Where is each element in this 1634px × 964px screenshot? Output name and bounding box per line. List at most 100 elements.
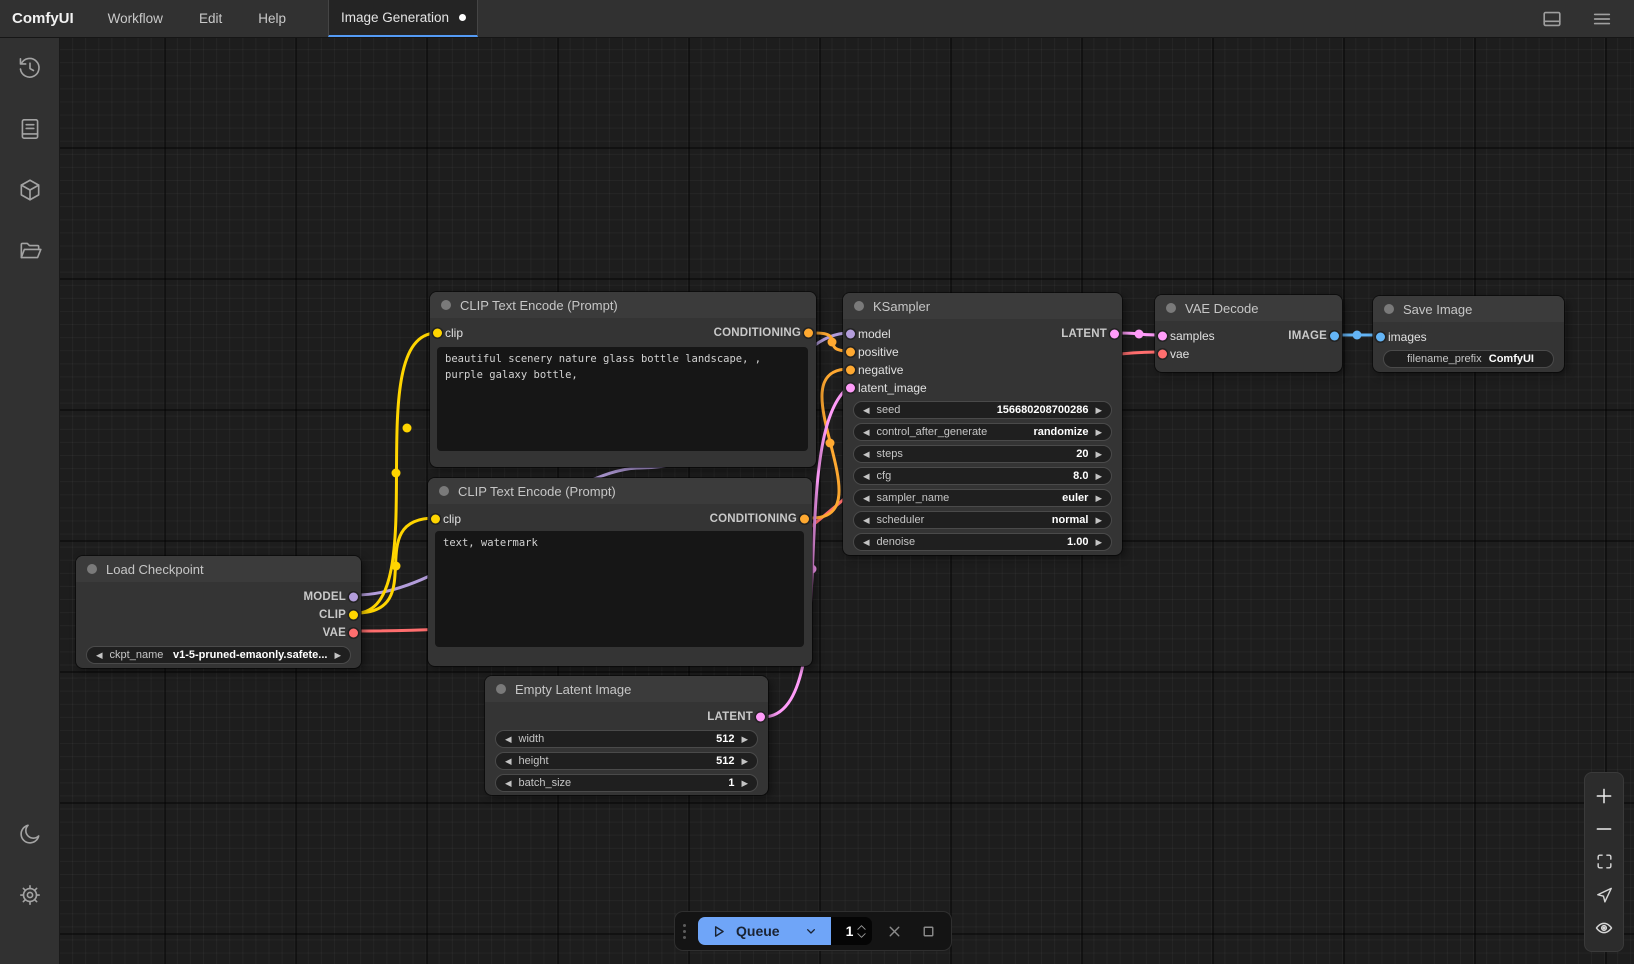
increment-arrow-icon[interactable]: ▶ — [1095, 406, 1102, 415]
widget-filename-prefix[interactable]: filename_prefix ComfyUI — [1383, 350, 1554, 368]
widget-sampler-name[interactable]: ◀ sampler_name euler ▶ — [853, 489, 1112, 507]
select-mode-icon[interactable] — [1590, 882, 1618, 908]
settings-icon[interactable] — [8, 873, 52, 917]
node-empty-latent-image[interactable]: Empty Latent Image LATENT ◀ width 512 ▶ … — [485, 676, 768, 795]
increment-arrow-icon[interactable]: ▶ — [1095, 494, 1102, 503]
widget-steps[interactable]: ◀ steps 20 ▶ — [853, 445, 1112, 463]
zoom-in-icon[interactable] — [1590, 783, 1618, 809]
widget-control-after-generate[interactable]: ◀ control_after_generate randomize ▶ — [853, 423, 1112, 441]
node-header[interactable]: KSampler — [843, 293, 1122, 319]
node-save-image[interactable]: Save Image images filename_prefix ComfyU… — [1373, 296, 1564, 372]
node-graph-canvas[interactable]: Load Checkpoint MODEL CLIP VAE ◀ ckpt_na… — [60, 38, 1634, 964]
conditioning-output-port[interactable] — [804, 329, 813, 338]
increment-arrow-icon[interactable]: ▶ — [741, 779, 748, 788]
zoom-out-icon[interactable] — [1590, 816, 1618, 842]
batch-count-stepper[interactable]: 1 — [831, 917, 873, 945]
clear-queue-icon[interactable] — [882, 918, 906, 944]
increment-arrow-icon[interactable]: ▶ — [1095, 472, 1102, 481]
node-ksampler[interactable]: KSampler model LATENT positive negative … — [843, 293, 1122, 555]
queue-history-icon[interactable] — [8, 46, 52, 90]
positive-prompt-textarea[interactable]: beautiful scenery nature glass bottle la… — [437, 347, 808, 451]
node-library-icon[interactable] — [8, 107, 52, 151]
widget-ckpt-name[interactable]: ◀ ckpt_name v1-5-pruned-emaonly.safete..… — [86, 646, 351, 664]
clip-input-port[interactable] — [433, 329, 442, 338]
model-input-port[interactable] — [846, 330, 855, 339]
decrement-arrow-icon[interactable]: ◀ — [505, 735, 512, 744]
collapse-dot-icon[interactable] — [496, 684, 506, 694]
step-down-icon[interactable] — [856, 932, 867, 939]
node-vae-decode[interactable]: VAE Decode samples IMAGE vae — [1155, 295, 1342, 372]
increment-arrow-icon[interactable]: ▶ — [1095, 428, 1102, 437]
node-clip-text-encode-negative[interactable]: CLIP Text Encode (Prompt) clip CONDITION… — [428, 478, 812, 666]
queue-button[interactable]: Queue — [698, 917, 831, 945]
collapse-dot-icon[interactable] — [439, 486, 449, 496]
samples-input-port[interactable] — [1158, 332, 1167, 341]
hamburger-menu-icon[interactable] — [1588, 5, 1616, 33]
increment-arrow-icon[interactable]: ▶ — [1095, 516, 1102, 525]
clip-output-port[interactable] — [349, 611, 358, 620]
node-header[interactable]: Empty Latent Image — [485, 676, 768, 702]
widget-scheduler[interactable]: ◀ scheduler normal ▶ — [853, 511, 1112, 529]
collapse-dot-icon[interactable] — [87, 564, 97, 574]
increment-arrow-icon[interactable]: ▶ — [741, 735, 748, 744]
increment-arrow-icon[interactable]: ▶ — [741, 757, 748, 766]
decrement-arrow-icon[interactable]: ◀ — [863, 494, 870, 503]
increment-arrow-icon[interactable]: ▶ — [1095, 450, 1102, 459]
node-header[interactable]: Load Checkpoint — [76, 556, 361, 582]
latent-output-port[interactable] — [1110, 330, 1119, 339]
decrement-arrow-icon[interactable]: ◀ — [863, 450, 870, 459]
widget-height[interactable]: ◀ height 512 ▶ — [495, 752, 758, 770]
node-header[interactable]: Save Image — [1373, 296, 1564, 322]
chevron-down-icon[interactable] — [803, 923, 819, 939]
widget-batch-size[interactable]: ◀ batch_size 1 ▶ — [495, 774, 758, 792]
collapse-dot-icon[interactable] — [1384, 304, 1394, 314]
toggle-visibility-icon[interactable] — [1590, 915, 1618, 941]
decrement-arrow-icon[interactable]: ◀ — [863, 406, 870, 415]
widget-denoise[interactable]: ◀ denoise 1.00 ▶ — [853, 533, 1112, 551]
fit-view-icon[interactable] — [1590, 849, 1618, 875]
menu-workflow[interactable]: Workflow — [90, 0, 181, 37]
model-library-icon[interactable] — [8, 168, 52, 212]
negative-input-port[interactable] — [846, 366, 855, 375]
vae-input-port[interactable] — [1158, 350, 1167, 359]
widget-seed[interactable]: ◀ seed 156680208700286 ▶ — [853, 401, 1112, 419]
drag-handle-icon[interactable] — [681, 924, 688, 939]
increment-arrow-icon[interactable]: ▶ — [1095, 538, 1102, 547]
decrement-arrow-icon[interactable]: ◀ — [96, 651, 103, 660]
vae-output-port[interactable] — [349, 629, 358, 638]
widget-width[interactable]: ◀ width 512 ▶ — [495, 730, 758, 748]
decrement-arrow-icon[interactable]: ◀ — [863, 428, 870, 437]
latent-image-input-port[interactable] — [846, 384, 855, 393]
node-header[interactable]: CLIP Text Encode (Prompt) — [430, 292, 816, 318]
widget-cfg[interactable]: ◀ cfg 8.0 ▶ — [853, 467, 1112, 485]
workflows-icon[interactable] — [8, 229, 52, 273]
positive-input-port[interactable] — [846, 348, 855, 357]
node-clip-text-encode-positive[interactable]: CLIP Text Encode (Prompt) clip CONDITION… — [430, 292, 816, 467]
images-input-port[interactable] — [1376, 333, 1385, 342]
step-up-icon[interactable] — [856, 924, 867, 931]
node-header[interactable]: CLIP Text Encode (Prompt) — [428, 478, 812, 504]
node-header[interactable]: VAE Decode — [1155, 295, 1342, 321]
decrement-arrow-icon[interactable]: ◀ — [505, 757, 512, 766]
conditioning-output-port[interactable] — [800, 515, 809, 524]
theme-toggle-icon[interactable] — [8, 812, 52, 856]
image-output-port[interactable] — [1330, 332, 1339, 341]
decrement-arrow-icon[interactable]: ◀ — [863, 516, 870, 525]
decrement-arrow-icon[interactable]: ◀ — [505, 779, 512, 788]
menu-help[interactable]: Help — [240, 0, 304, 37]
collapse-dot-icon[interactable] — [854, 301, 864, 311]
latent-output-port[interactable] — [756, 713, 765, 722]
bottom-panel-toggle-icon[interactable] — [1538, 5, 1566, 33]
collapse-dot-icon[interactable] — [441, 300, 451, 310]
stop-icon[interactable] — [917, 918, 941, 944]
model-output-port[interactable] — [349, 593, 358, 602]
collapse-dot-icon[interactable] — [1166, 303, 1176, 313]
increment-arrow-icon[interactable]: ▶ — [334, 651, 341, 660]
decrement-arrow-icon[interactable]: ◀ — [863, 538, 870, 547]
clip-input-port[interactable] — [431, 515, 440, 524]
tab-image-generation[interactable]: Image Generation — [328, 0, 478, 37]
negative-prompt-textarea[interactable]: text, watermark — [435, 531, 804, 647]
decrement-arrow-icon[interactable]: ◀ — [863, 472, 870, 481]
node-load-checkpoint[interactable]: Load Checkpoint MODEL CLIP VAE ◀ ckpt_na… — [76, 556, 361, 668]
menu-edit[interactable]: Edit — [181, 0, 240, 37]
